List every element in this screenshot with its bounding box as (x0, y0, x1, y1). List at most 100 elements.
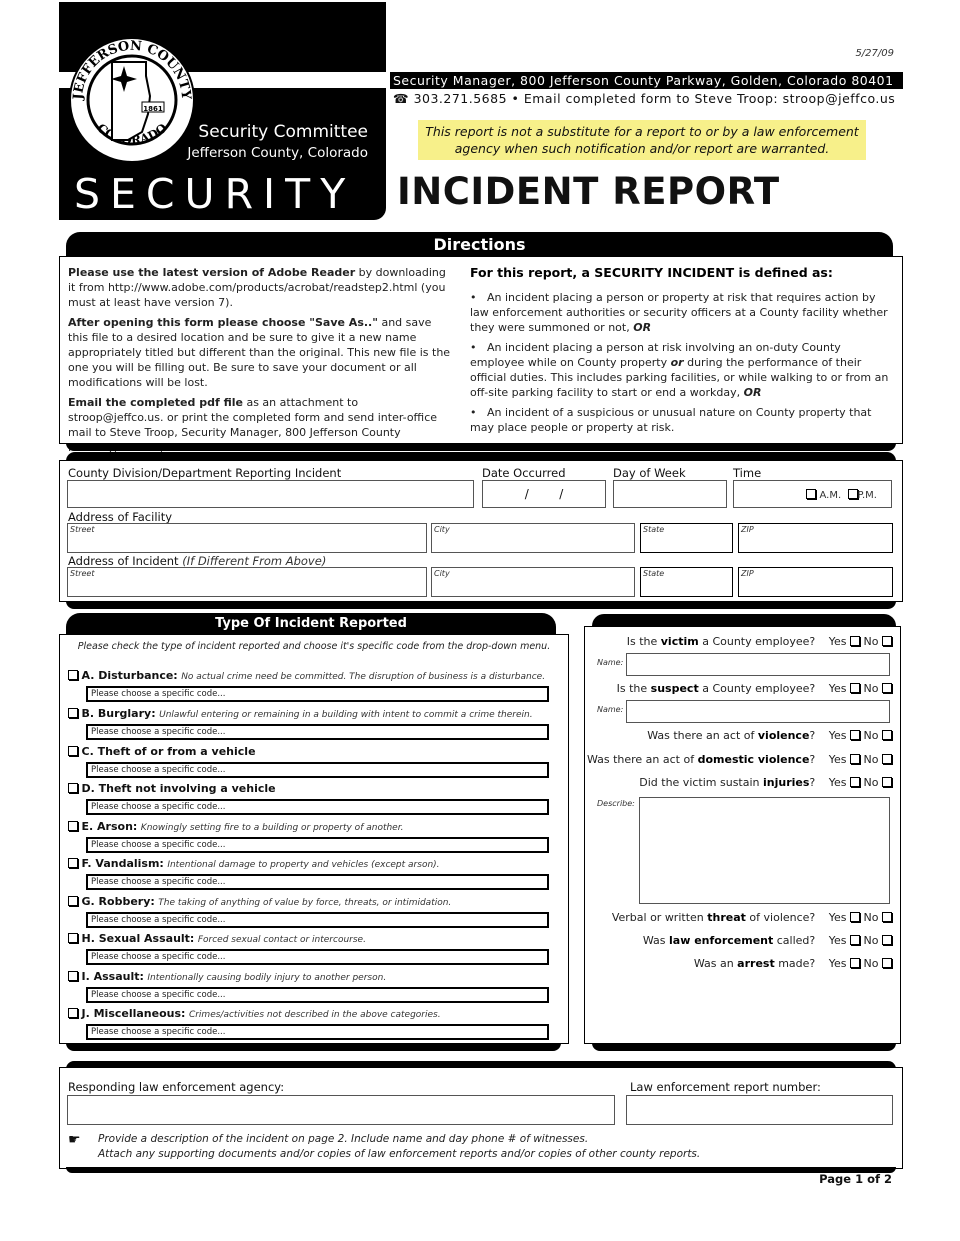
incident-type-checkbox[interactable] (68, 933, 78, 943)
suspect-yes-checkbox[interactable] (850, 683, 861, 693)
incident-code-dropdown[interactable]: Please choose a specific code... (86, 949, 549, 965)
questions-panel: Is the victim a County employee? Yes No … (584, 626, 901, 1044)
incident-type-description: Intentional damage to property and vehic… (167, 860, 440, 870)
incident-zip-input[interactable]: ZIP (738, 567, 893, 597)
incident-type-description: Intentionally causing bodily injury to a… (147, 973, 387, 983)
incident-type-checkbox[interactable] (68, 670, 78, 680)
victim-name-input[interactable] (626, 653, 890, 676)
incident-type-checkbox[interactable] (68, 783, 78, 793)
incident-code-dropdown[interactable]: Please choose a specific code... (86, 837, 549, 853)
time-label: Time (733, 466, 762, 480)
incident-type-checkbox[interactable] (68, 1008, 78, 1018)
facility-address-label: Address of Facility (68, 510, 173, 524)
violence-no-checkbox[interactable] (882, 730, 892, 740)
incident-type-checkbox[interactable] (68, 708, 78, 718)
facility-state-input[interactable]: State (640, 523, 733, 553)
suspect-name-input[interactable] (626, 700, 890, 723)
incident-type-description: The taking of anything of value by force… (158, 898, 452, 908)
pm-checkbox[interactable] (847, 489, 858, 499)
directions-instructions: Please use the latest version of Adobe R… (68, 265, 453, 460)
injuries-no-checkbox[interactable] (882, 777, 892, 787)
day-label: Day of Week (613, 466, 686, 480)
division-input[interactable] (67, 480, 474, 508)
incident-city-input[interactable]: City (431, 567, 635, 597)
am-checkbox[interactable] (806, 489, 817, 499)
arrest-yes-checkbox[interactable] (850, 958, 861, 968)
suspect-no-checkbox[interactable] (882, 683, 892, 693)
domestic-yes-checkbox[interactable] (850, 754, 861, 764)
page-number: Page 1 of 2 (819, 1172, 892, 1186)
county-seal-logo: JEFFERSON COUNTY COLORADO 1861 (68, 36, 196, 164)
incident-info-panel: County Division/Department Reporting Inc… (59, 460, 903, 602)
incident-type-label: E. Arson: (81, 820, 138, 833)
incident-definition: For this report, a SECURITY INCIDENT is … (470, 265, 895, 440)
injuries-yes-checkbox[interactable] (850, 777, 861, 787)
victim-yes-checkbox[interactable] (850, 636, 861, 646)
facility-street-input[interactable]: Street (67, 523, 427, 553)
incident-code-dropdown[interactable]: Please choose a specific code... (86, 799, 549, 815)
arrest-question: Was an arrest made? Yes No (694, 957, 892, 970)
incident-code-dropdown[interactable]: Please choose a specific code... (86, 874, 549, 890)
attachment-note: Attach any supporting documents and/or c… (98, 1148, 701, 1160)
divider (66, 1167, 896, 1173)
incident-type-description: Unlawful entering or remaining in a buil… (159, 710, 533, 720)
threat-yes-checkbox[interactable] (850, 912, 861, 922)
threat-question: Verbal or written threat of violence? Ye… (612, 911, 892, 924)
suspect-employee-question: Is the suspect a County employee? Yes No (617, 682, 892, 695)
address-bar: Security Manager, 800 Jefferson County P… (390, 72, 903, 89)
incident-state-input[interactable]: State (640, 567, 733, 597)
incident-code-dropdown[interactable]: Please choose a specific code... (86, 1024, 549, 1040)
incident-type-checkbox[interactable] (68, 746, 78, 756)
facility-city-input[interactable]: City (431, 523, 635, 553)
incident-type-item: G. Robbery: The taking of anything of va… (68, 895, 558, 928)
describe-injuries-textarea[interactable] (639, 797, 890, 904)
incident-type-item: H. Sexual Assault: Forced sexual contact… (68, 932, 558, 965)
divider (66, 1043, 561, 1051)
incident-type-label: G. Robbery: (81, 895, 155, 908)
incident-type-item: B. Burglary: Unlawful entering or remain… (68, 707, 558, 740)
domestic-no-checkbox[interactable] (882, 754, 892, 764)
date-input[interactable]: / / (482, 480, 606, 508)
day-input[interactable] (613, 480, 727, 508)
incident-type-checkbox[interactable] (68, 971, 78, 981)
incident-code-dropdown[interactable]: Please choose a specific code... (86, 987, 549, 1003)
incident-street-input[interactable]: Street (67, 567, 427, 597)
incident-type-item: J. Miscellaneous: Crimes/activities not … (68, 1007, 558, 1040)
incident-type-label: D. Theft not involving a vehicle (81, 782, 276, 795)
threat-no-checkbox[interactable] (882, 912, 892, 922)
report-number-input[interactable] (626, 1095, 893, 1125)
divider (592, 1043, 896, 1051)
revision-date: 5/27/09 (855, 48, 894, 59)
incident-type-description: No actual crime need be committed. The d… (181, 672, 546, 682)
division-label: County Division/Department Reporting Inc… (68, 466, 342, 480)
law-no-checkbox[interactable] (882, 935, 892, 945)
time-input[interactable]: A.M. P.M. (733, 480, 892, 508)
incident-type-checkbox[interactable] (68, 821, 78, 831)
incident-code-dropdown[interactable]: Please choose a specific code... (86, 762, 549, 778)
phone-icon: ☎ (393, 91, 410, 106)
divider (66, 601, 896, 609)
incident-type-item: I. Assault: Intentionally causing bodily… (68, 970, 558, 1003)
suspect-name-label: Name: (597, 705, 624, 714)
incident-type-checkbox[interactable] (68, 896, 78, 906)
incident-code-dropdown[interactable]: Please choose a specific code... (86, 912, 549, 928)
law-yes-checkbox[interactable] (850, 935, 861, 945)
pointing-hand-icon: ☛ (68, 1132, 81, 1148)
directions-panel: Please use the latest version of Adobe R… (59, 256, 903, 454)
contact-line: ☎ 303.271.5685 • Email completed form to… (393, 91, 895, 106)
facility-zip-input[interactable]: ZIP (738, 523, 893, 553)
seal-founded: 1861 (143, 105, 163, 113)
incident-type-item: C. Theft of or from a vehicle Please cho… (68, 745, 558, 778)
victim-no-checkbox[interactable] (882, 636, 892, 646)
victim-employee-question: Is the victim a County employee? Yes No (627, 635, 892, 648)
arrest-no-checkbox[interactable] (882, 958, 892, 968)
incident-code-dropdown[interactable]: Please choose a specific code... (86, 724, 549, 740)
definition-bullet: • An incident placing a person or proper… (470, 291, 888, 334)
incident-type-checkbox[interactable] (68, 858, 78, 868)
agency-input[interactable] (67, 1095, 615, 1125)
incident-code-dropdown[interactable]: Please choose a specific code... (86, 686, 549, 702)
incident-type-label: J. Miscellaneous: (81, 1007, 186, 1020)
violence-yes-checkbox[interactable] (850, 730, 861, 740)
description-note: Provide a description of the incident on… (98, 1133, 589, 1145)
incident-type-label: C. Theft of or from a vehicle (81, 745, 256, 758)
